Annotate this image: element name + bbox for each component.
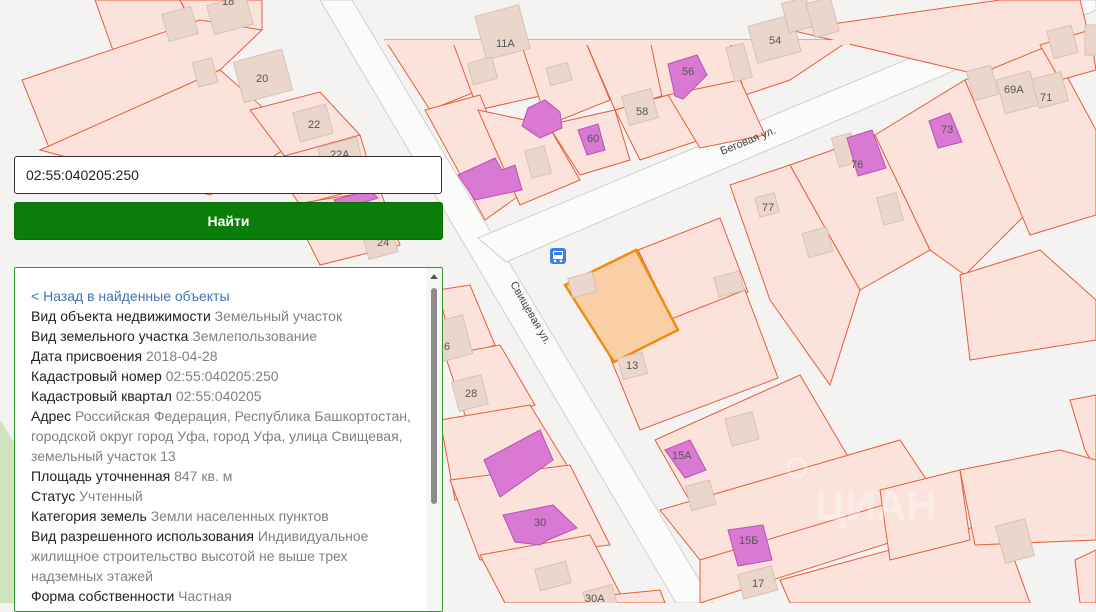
info-row-ownership: Форма собственности Частная [31, 586, 416, 606]
house-number-label: 13 [626, 360, 638, 372]
house-number-label: 69А [1004, 84, 1024, 96]
info-key: Вид разрешенного использования [31, 528, 254, 544]
info-value: Землепользование [192, 328, 318, 344]
house-number-label: 15А [672, 450, 692, 462]
info-row-address: Адрес Российская Федерация, Республика Б… [31, 406, 416, 466]
info-value: Учтенный [79, 488, 143, 504]
house-number-label: 30А [585, 593, 605, 603]
info-key: Кадастровый номер [31, 368, 162, 384]
house-number-label: 18 [222, 0, 234, 8]
info-key: Адрес [31, 408, 72, 424]
house-number-label: 76 [851, 159, 863, 171]
info-row-land-type: Вид земельного участка Землепользование [31, 326, 416, 346]
info-value: Земли населенных пунктов [150, 508, 329, 524]
info-value: 02:55:040205:250 [165, 368, 279, 384]
info-key: Площадь уточненная [31, 468, 171, 484]
info-key: Кадастровый квартал [31, 388, 172, 404]
house-number-label: 15Б [739, 535, 758, 547]
svg-text:ЦИАН: ЦИАН [815, 482, 937, 529]
info-panel[interactable]: < Назад в найденные объекты Вид объекта … [14, 267, 443, 612]
house-number-label: 28 [465, 388, 477, 400]
info-scrollbar[interactable] [426, 268, 442, 611]
info-row-date: Дата присвоения 2018-04-28 [31, 346, 416, 366]
house-number-label: 77 [762, 202, 774, 214]
house-number-label: 17 [752, 578, 764, 590]
house-number-label: 30 [534, 517, 546, 529]
house-number-label: 71 [1040, 92, 1052, 104]
scroll-up-arrow-icon[interactable] [430, 274, 438, 279]
info-key: Вид земельного участка [31, 328, 189, 344]
info-value: Частная [178, 588, 232, 604]
house-number-label: 58 [636, 106, 648, 118]
cadastral-search-input[interactable] [14, 156, 442, 194]
info-row-land-category: Категория земель Земли населенных пункто… [31, 506, 416, 526]
house-number-label: 11А [496, 38, 515, 50]
house-number-label: 73 [941, 124, 953, 136]
back-to-results-link[interactable]: < Назад в найденные объекты [31, 286, 416, 306]
info-key: Категория земель [31, 508, 147, 524]
house-number-label: 54 [769, 35, 781, 47]
info-value: Российская Федерация, Республика Башкорт… [31, 408, 411, 464]
house-number-label: 60 [587, 133, 599, 145]
find-button[interactable]: Найти [14, 202, 443, 240]
info-key: Статус [31, 488, 76, 504]
info-row-cadastral-block: Кадастровый квартал 02:55:040205 [31, 386, 416, 406]
house-number-label: 22 [308, 119, 320, 131]
info-key: Вид объекта недвижимости [31, 308, 211, 324]
info-value: 2018-04-28 [145, 348, 218, 364]
house-number-label: 20 [256, 73, 268, 85]
info-row-area: Площадь уточненная 847 кв. м [31, 466, 416, 486]
info-value: Земельный участок [214, 308, 343, 324]
house-number-label: 56 [682, 66, 694, 78]
info-value: 847 кв. м [174, 468, 233, 484]
info-row-cadastral-number: Кадастровый номер 02:55:040205:250 [31, 366, 416, 386]
info-content: < Назад в найденные объекты Вид объекта … [31, 286, 416, 606]
house-number-label: 6 [444, 341, 450, 353]
info-row-permitted-use: Вид разрешенного использования Индивидуа… [31, 526, 416, 586]
info-row-object-type: Вид объекта недвижимости Земельный участ… [31, 306, 416, 326]
info-key: Дата присвоения [31, 348, 143, 364]
info-key: Форма собственности [31, 588, 175, 604]
info-value: 02:55:040205 [175, 388, 262, 404]
scroll-thumb[interactable] [431, 288, 437, 504]
info-row-status: Статус Учтенный [31, 486, 416, 506]
bus-stop-icon[interactable] [550, 248, 566, 264]
